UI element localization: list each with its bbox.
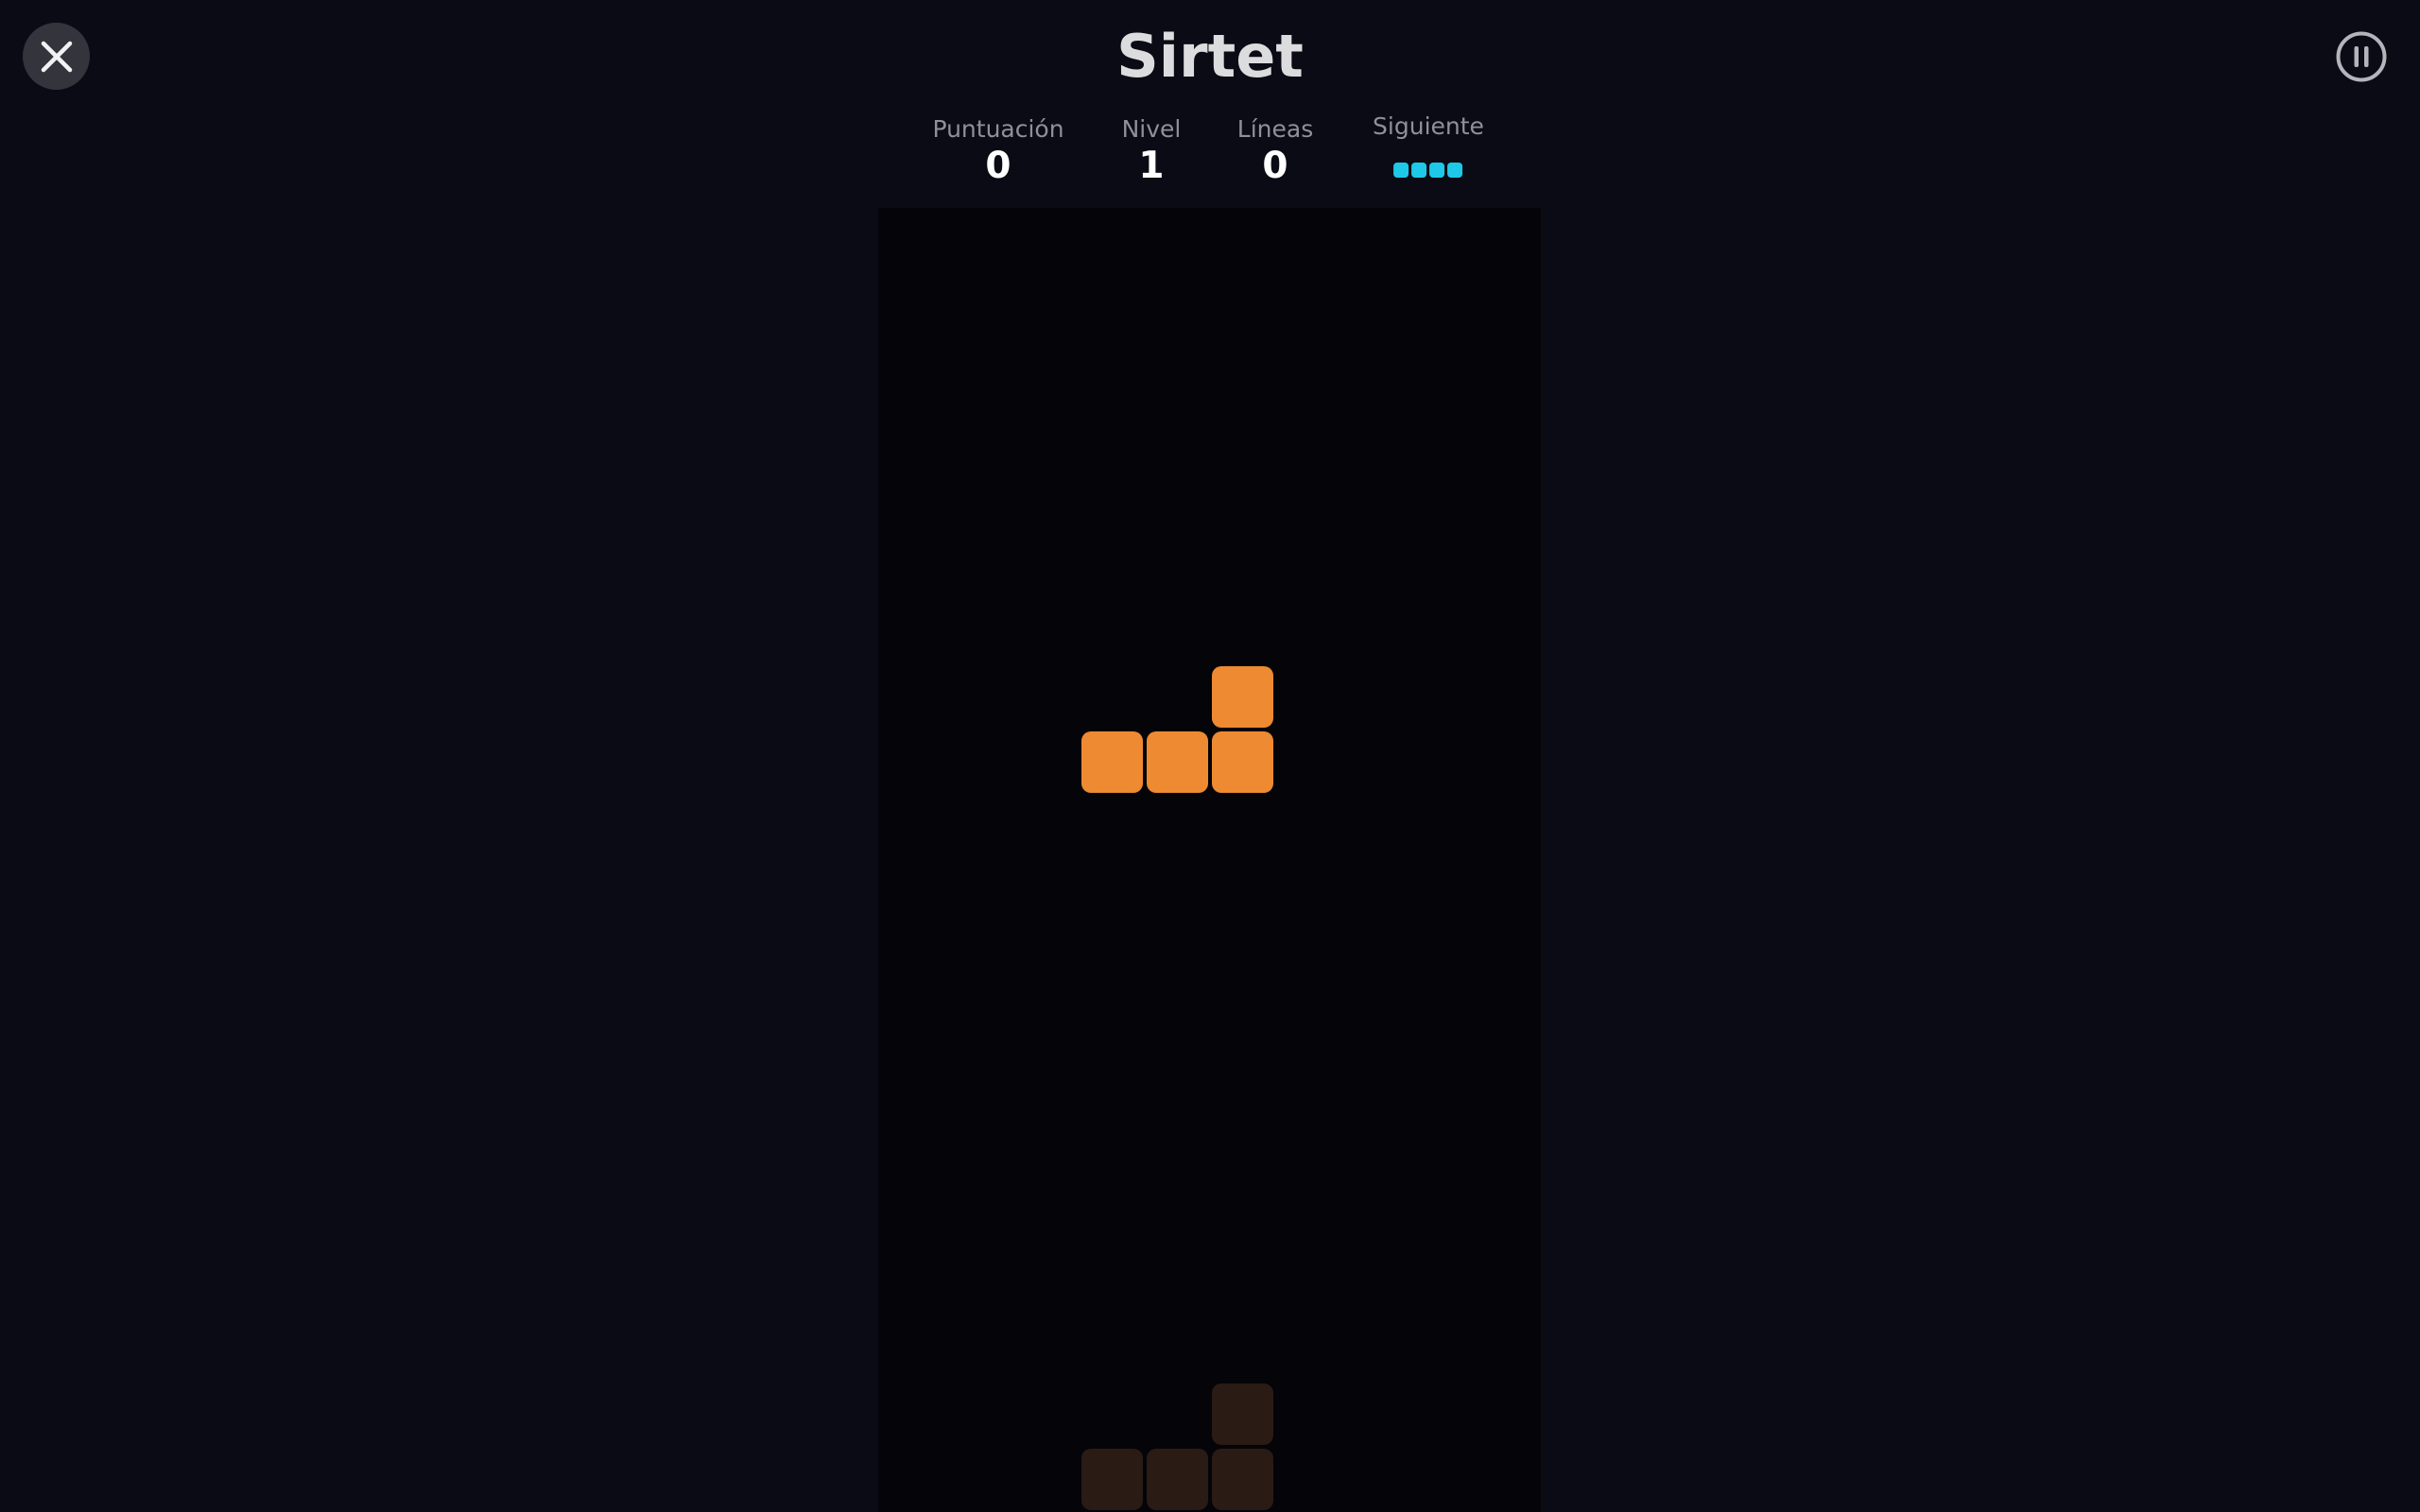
active-piece-cell [1147,731,1208,793]
active-piece-cell [1081,731,1143,793]
score-stat: Puntuación 0 [932,114,1063,188]
next-piece-cell [1411,163,1427,178]
game-title: Sirtet [1116,22,1304,91]
ghost-piece-cell [1147,1449,1208,1510]
lines-stat: Líneas 0 [1237,114,1313,188]
next-piece-cell [1447,163,1463,178]
level-value: 1 [1138,145,1165,187]
game-board[interactable] [878,208,1541,1512]
next-stat: Siguiente [1373,112,1484,178]
active-piece-cell [1212,731,1273,793]
ghost-piece-cell [1212,1383,1273,1445]
game-screen: Sirtet Puntuación 0 Nivel 1 Líneas 0 Sig… [0,0,2420,1512]
next-piece-preview [1373,163,1484,178]
lines-label: Líneas [1236,115,1314,143]
score-label: Puntuación [932,115,1064,143]
level-stat: Nivel 1 [1122,114,1182,188]
level-label: Nivel [1121,115,1182,143]
active-piece-cell [1212,666,1273,728]
next-piece-cell [1393,163,1409,178]
next-piece-cell [1429,163,1445,178]
next-label: Siguiente [1373,112,1484,140]
score-value: 0 [985,145,1011,187]
ghost-piece-cell [1081,1449,1143,1510]
pause-icon [2336,31,2387,82]
pause-button[interactable] [2335,30,2388,83]
ghost-piece-cell [1212,1449,1273,1510]
lines-value: 0 [1262,145,1288,187]
